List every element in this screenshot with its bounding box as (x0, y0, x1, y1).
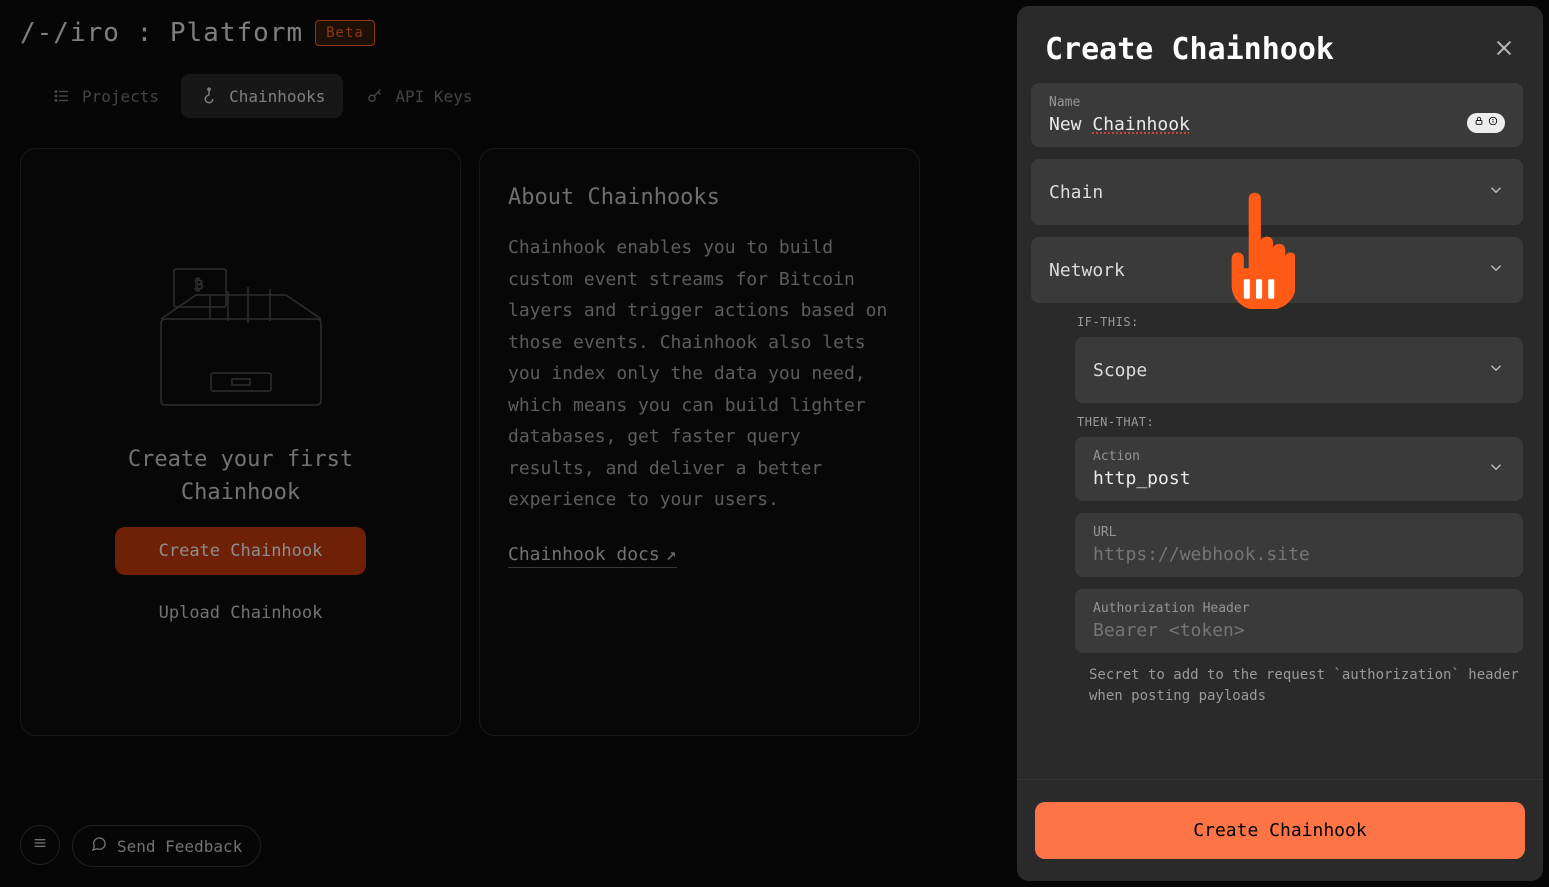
chevron-down-icon (1487, 359, 1505, 381)
then-that-label: THEN-THAT: (1077, 415, 1531, 429)
lock-icon (1474, 116, 1484, 129)
name-label: Name (1049, 95, 1505, 110)
auth-field[interactable]: Authorization Header (1075, 589, 1523, 653)
url-label: URL (1093, 525, 1505, 540)
url-input[interactable] (1093, 544, 1505, 565)
chain-label: Chain (1049, 182, 1103, 203)
chevron-down-icon (1487, 181, 1505, 203)
action-select[interactable]: Action http_post (1075, 437, 1523, 501)
action-label: Action (1093, 449, 1191, 464)
action-value: http_post (1093, 468, 1191, 489)
close-button[interactable] (1493, 37, 1515, 63)
panel-header: Create Chainhook (1017, 6, 1543, 83)
info-icon (1488, 116, 1498, 129)
auth-help-text: Secret to add to the request `authorizat… (1089, 665, 1519, 707)
name-value[interactable]: New Chainhook (1049, 114, 1190, 135)
chevron-down-icon (1487, 458, 1505, 480)
chevron-down-icon (1487, 259, 1505, 281)
create-chainhook-panel: Create Chainhook Name New Chainhook (1017, 6, 1543, 881)
submit-create-chainhook[interactable]: Create Chainhook (1035, 802, 1525, 859)
auth-input[interactable] (1093, 620, 1505, 641)
chain-select[interactable]: Chain (1031, 159, 1523, 225)
network-select[interactable]: Network (1031, 237, 1523, 303)
panel-title: Create Chainhook (1045, 32, 1334, 67)
auth-label: Authorization Header (1093, 601, 1505, 616)
if-this-label: IF-THIS: (1077, 315, 1531, 329)
scope-label: Scope (1093, 360, 1147, 381)
lock-badge[interactable] (1467, 113, 1505, 133)
url-field[interactable]: URL (1075, 513, 1523, 577)
panel-scroll[interactable]: Name New Chainhook Chain (1031, 83, 1537, 779)
panel-footer: Create Chainhook (1017, 779, 1543, 881)
name-field[interactable]: Name New Chainhook (1031, 83, 1523, 147)
scope-select[interactable]: Scope (1075, 337, 1523, 403)
network-label: Network (1049, 260, 1125, 281)
